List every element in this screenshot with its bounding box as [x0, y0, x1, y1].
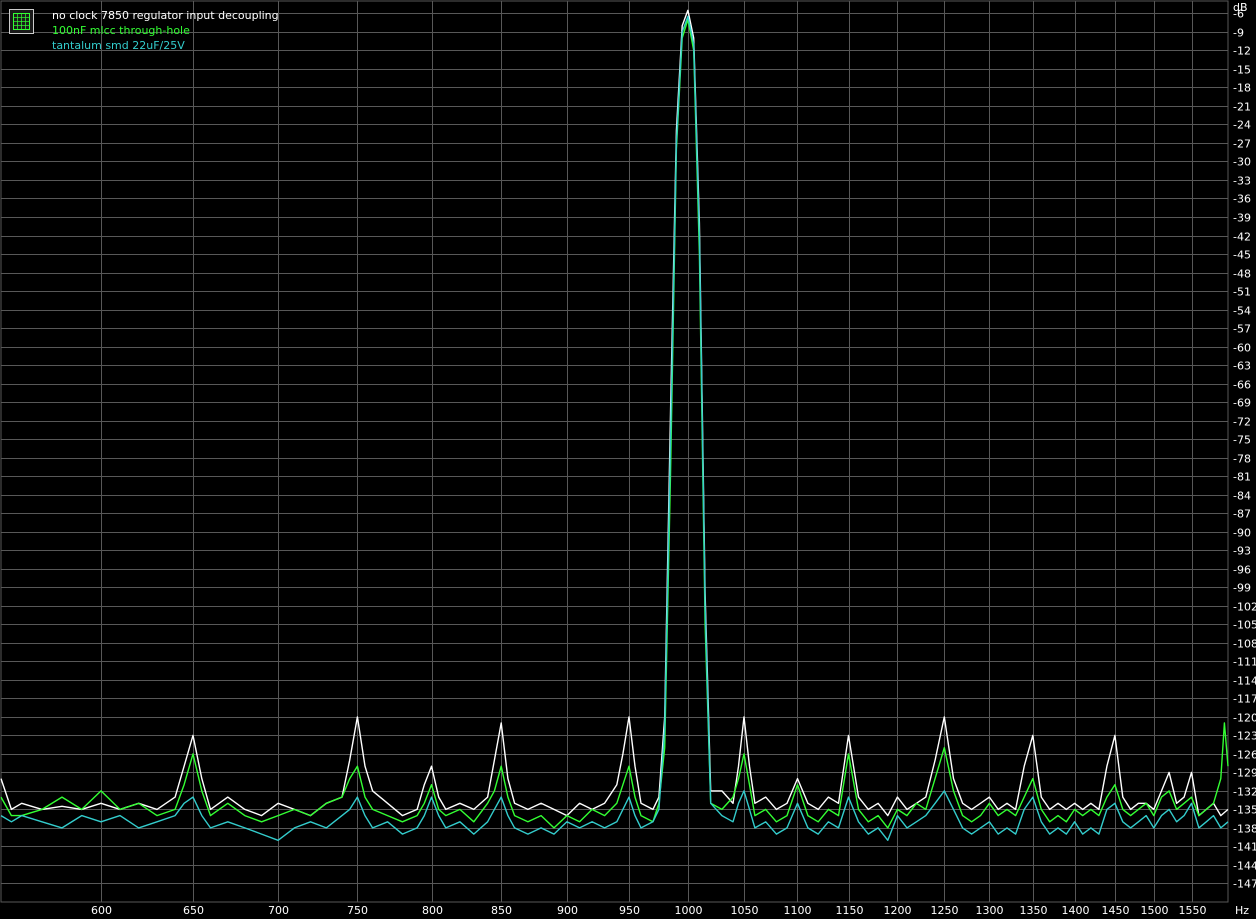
- y-tick-label: -63: [1233, 360, 1251, 373]
- y-tick-label: -117: [1233, 693, 1256, 706]
- x-tick-label: 1050: [731, 904, 759, 917]
- x-tick-label: 1500: [1141, 904, 1169, 917]
- legend: no clock 7850 regulator input decoupling…: [9, 9, 279, 52]
- y-tick-label: -135: [1233, 804, 1256, 817]
- series-line-2: [0, 15, 1229, 841]
- y-tick-label: -66: [1233, 379, 1251, 392]
- chart-svg: -6-9-12-15-18-21-24-27-30-33-36-39-42-45…: [0, 0, 1256, 917]
- x-tick-label: 700: [268, 904, 289, 917]
- y-tick-label: -138: [1233, 823, 1256, 836]
- y-tick-label: -108: [1233, 638, 1256, 651]
- spectrum-chart: -6 -9 -12 -15 -18 -21 -24 -27 -30 -33 -36 -39 -42 -45…: [0, 0, 1256, 919]
- x-tick-label: 1100: [784, 904, 812, 917]
- y-tick-label: -114: [1233, 675, 1256, 688]
- x-tick-label: 1250: [931, 904, 959, 917]
- x-tick-label: 1150: [836, 904, 864, 917]
- y-tick-label: -102: [1233, 601, 1256, 614]
- legend-entry-0: no clock 7850 regulator input decoupling: [52, 9, 279, 22]
- y-tick-label: -42: [1233, 231, 1251, 244]
- series-group: [0, 9, 1229, 841]
- y-tick-label: -129: [1233, 767, 1256, 780]
- x-tick-label: 1450: [1102, 904, 1130, 917]
- y-tick-label: -54: [1233, 305, 1251, 318]
- y-tick-label: -132: [1233, 786, 1256, 799]
- x-tick-label: 850: [491, 904, 512, 917]
- y-tick-label: -33: [1233, 175, 1251, 188]
- x-tick-label: 1300: [976, 904, 1004, 917]
- y-tick-label: -51: [1233, 286, 1251, 299]
- x-tick-label: 1550: [1179, 904, 1207, 917]
- x-tick-label: 1350: [1020, 904, 1048, 917]
- y-tick-label: -15: [1233, 64, 1251, 77]
- y-unit-label: dB: [1233, 1, 1248, 14]
- x-tick-label: 900: [557, 904, 578, 917]
- plot-border: [0, 0, 1229, 903]
- x-tick-label: 600: [91, 904, 112, 917]
- y-tick-label: -84: [1233, 490, 1251, 503]
- y-tick-label: -27: [1233, 138, 1251, 151]
- x-tick-label: 1400: [1062, 904, 1090, 917]
- y-tick-label: -78: [1233, 453, 1251, 466]
- y-tick-label: -18: [1233, 82, 1251, 95]
- y-tick-label: -30: [1233, 156, 1251, 169]
- grid: [0, 0, 1229, 903]
- series-line-1: [0, 18, 1229, 829]
- y-tick-label: -81: [1233, 471, 1251, 484]
- y-tick-label: -144: [1233, 860, 1256, 873]
- x-axis: 600 650 700 750 800 850 900 950 1000 1050 1100 1150…: [91, 904, 1249, 917]
- y-tick-label: -126: [1233, 749, 1256, 762]
- x-unit-label: Hz: [1235, 904, 1249, 917]
- x-tick-label: 1200: [884, 904, 912, 917]
- y-tick-label: -21: [1233, 101, 1251, 114]
- y-tick-label: -48: [1233, 268, 1251, 281]
- y-tick-label: -141: [1233, 841, 1256, 854]
- y-tick-label: -123: [1233, 730, 1256, 743]
- series-line-0: [0, 9, 1229, 817]
- y-tick-label: -90: [1233, 527, 1251, 540]
- x-tick-label: 950: [619, 904, 640, 917]
- y-tick-label: -111: [1233, 656, 1256, 669]
- legend-entry-2: tantalum smd 22uF/25V: [52, 39, 185, 52]
- x-tick-label: 650: [183, 904, 204, 917]
- y-tick-label: -99: [1233, 582, 1251, 595]
- y-tick-label: -87: [1233, 508, 1251, 521]
- y-tick-label: -36: [1233, 193, 1251, 206]
- y-tick-label: -39: [1233, 212, 1251, 225]
- y-tick-label: -75: [1233, 434, 1251, 447]
- y-tick-label: -69: [1233, 397, 1251, 410]
- legend-entry-1: 100nF mlcc through-hole: [52, 24, 190, 37]
- x-tick-label: 1000: [675, 904, 703, 917]
- y-tick-label: -60: [1233, 342, 1251, 355]
- y-tick-label: -9: [1233, 27, 1244, 40]
- y-tick-label: -120: [1233, 712, 1256, 725]
- x-tick-label: 750: [347, 904, 368, 917]
- y-tick-label: -24: [1233, 119, 1251, 132]
- y-tick-label: -93: [1233, 545, 1251, 558]
- y-tick-label: -105: [1233, 619, 1256, 632]
- y-tick-label: -57: [1233, 323, 1251, 336]
- y-tick-label: -147: [1233, 878, 1256, 891]
- y-tick-label: -45: [1233, 249, 1251, 262]
- y-tick-label: -96: [1233, 564, 1251, 577]
- y-tick-label: -12: [1233, 45, 1251, 58]
- x-tick-label: 800: [422, 904, 443, 917]
- y-tick-label: -72: [1233, 416, 1251, 429]
- y-axis: -6-9-12-15-18-21-24-27-30-33-36-39-42-45…: [1233, 1, 1256, 891]
